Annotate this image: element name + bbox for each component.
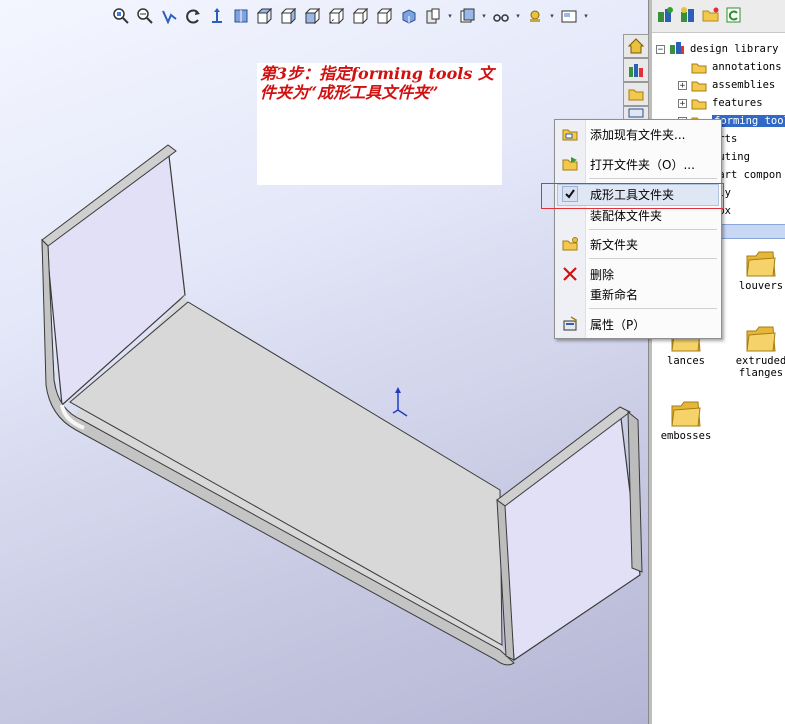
display-style-icon[interactable] <box>398 5 420 27</box>
menu-item-label: 新文件夹 <box>590 238 639 252</box>
appearance-dropdown-icon[interactable]: ▾ <box>514 5 522 27</box>
menu-separator <box>589 229 717 230</box>
menu-item-properties[interactable]: 属性（P） <box>555 313 721 335</box>
folder-icon <box>691 81 707 91</box>
zoom-to-area-icon[interactable] <box>134 5 156 27</box>
display-style-dropdown-icon[interactable]: ▾ <box>446 5 454 27</box>
context-menu: 添加现有文件夹... 打开文件夹（O）... 成形工具文件夹 装配体文件夹 新文… <box>554 119 722 339</box>
zoom-to-fit-icon[interactable] <box>110 5 132 27</box>
tree-root-label: design library <box>690 43 779 55</box>
previous-view-icon[interactable] <box>158 5 180 27</box>
tree-item-label: annotations <box>712 61 782 73</box>
menu-item-label: 属性（P） <box>590 318 646 332</box>
folder-label: embosses <box>660 430 712 442</box>
view-palette-tab[interactable] <box>623 106 649 120</box>
origin-triad-icon <box>392 387 408 417</box>
menu-item-label: 打开文件夹（O）... <box>590 158 695 172</box>
design-library-pane: − design library annotations + assemblies +… <box>652 0 785 724</box>
refresh-icon[interactable] <box>725 6 743 27</box>
new-folder-icon <box>562 236 578 252</box>
create-folder-icon[interactable] <box>702 6 720 27</box>
bottom-view-icon[interactable] <box>326 5 348 27</box>
menu-separator <box>589 178 717 179</box>
menu-item-delete[interactable]: 删除 <box>555 263 721 285</box>
menu-item-label: 删除 <box>590 268 615 282</box>
add-to-library-icon[interactable] <box>656 6 674 27</box>
add-file-location-icon[interactable] <box>679 6 697 27</box>
add-folder-icon <box>562 126 578 142</box>
top-view-icon[interactable] <box>302 5 324 27</box>
properties-icon <box>562 316 578 332</box>
expand-icon[interactable]: + <box>678 80 687 90</box>
view-palette-icon <box>628 108 644 118</box>
menu-item-label: 添加现有文件夹... <box>590 128 686 142</box>
design-library-icon <box>669 41 685 58</box>
design-library-icon <box>629 64 643 77</box>
lights-icon[interactable] <box>524 5 546 27</box>
folder-icon <box>691 99 707 109</box>
tree-item-label: assemblies <box>712 79 776 91</box>
folder-label: extruded flanges <box>735 355 785 379</box>
front-view-icon[interactable] <box>254 5 276 27</box>
folder-icon <box>746 326 776 352</box>
file-explorer-icon <box>628 89 644 101</box>
folder-label: louvers <box>738 280 784 292</box>
hide-show-items-icon[interactable] <box>422 5 444 27</box>
heads-up-view-toolbar: ▾ ▾ ▾ ▾ ▾ <box>110 4 590 28</box>
tree-scrollbar[interactable] <box>712 224 785 239</box>
open-folder-icon <box>562 156 578 172</box>
tree-item[interactable]: annotations <box>678 58 782 76</box>
home-icon <box>628 38 644 54</box>
menu-separator <box>589 308 717 309</box>
tree-item-label: forming tool <box>712 115 785 127</box>
base-floor <box>69 301 503 646</box>
tree-item[interactable]: + features <box>678 94 763 112</box>
tree-item[interactable]: + assemblies <box>678 76 775 94</box>
edit-appearance-icon[interactable] <box>456 5 478 27</box>
tree-root[interactable]: − design library <box>656 40 779 58</box>
view-settings-dropdown-icon[interactable]: ▾ <box>582 5 590 27</box>
folder-louvers[interactable]: louvers <box>726 248 785 292</box>
scene-dropdown-icon[interactable]: ▾ <box>548 5 556 27</box>
folder-icon <box>691 63 707 73</box>
menu-item-rename[interactable]: 重新命名 <box>555 283 721 305</box>
file-explorer-tab[interactable] <box>623 82 649 106</box>
view-settings-icon[interactable] <box>558 5 580 27</box>
folder-label: lances <box>667 355 705 367</box>
isometric-view-icon[interactable] <box>374 5 396 27</box>
tree-item-label: nart compon <box>712 169 782 181</box>
hide-show-dropdown-icon[interactable]: ▾ <box>480 5 488 27</box>
step-annotation-text: 第3步：指定forming tools 文件夹为“成形工具文件夹” <box>260 64 494 102</box>
apply-scene-icon[interactable] <box>490 5 512 27</box>
design-library-toolbar <box>652 0 785 33</box>
graphics-area[interactable]: ▾ ▾ ▾ ▾ ▾ 第3步：指定forming tools 文件夹为“成形工具文… <box>0 0 648 724</box>
collapse-icon[interactable]: − <box>656 44 665 54</box>
tree-item-label: features <box>712 97 763 109</box>
expand-icon[interactable]: + <box>678 98 687 108</box>
delete-icon <box>562 266 578 282</box>
menu-item-label: 装配体文件夹 <box>590 209 663 223</box>
section-view-icon[interactable] <box>230 5 252 27</box>
menu-separator <box>589 258 717 259</box>
back-view-icon[interactable] <box>278 5 300 27</box>
menu-item-open-folder[interactable]: 打开文件夹（O）... <box>555 153 721 175</box>
folder-extruded-flanges[interactable]: extruded flanges <box>726 323 785 379</box>
pan-icon[interactable] <box>206 5 228 27</box>
folder-icon <box>746 251 776 277</box>
folder-icon <box>671 401 701 427</box>
step-annotation: 第3步：指定forming tools 文件夹为“成形工具文件夹” <box>257 63 502 185</box>
menu-item-new-folder[interactable]: 新文件夹 <box>555 233 721 255</box>
menu-item-add-existing-folder[interactable]: 添加现有文件夹... <box>555 123 721 145</box>
right-view-icon[interactable] <box>350 5 372 27</box>
folder-embosses[interactable]: embosses <box>652 398 721 442</box>
menu-item-label: 重新命名 <box>590 288 639 302</box>
design-library-tab[interactable] <box>623 58 649 82</box>
home-tab[interactable] <box>623 34 649 58</box>
rotate-view-icon[interactable] <box>182 5 204 27</box>
annotation-highlight-box <box>541 183 724 209</box>
